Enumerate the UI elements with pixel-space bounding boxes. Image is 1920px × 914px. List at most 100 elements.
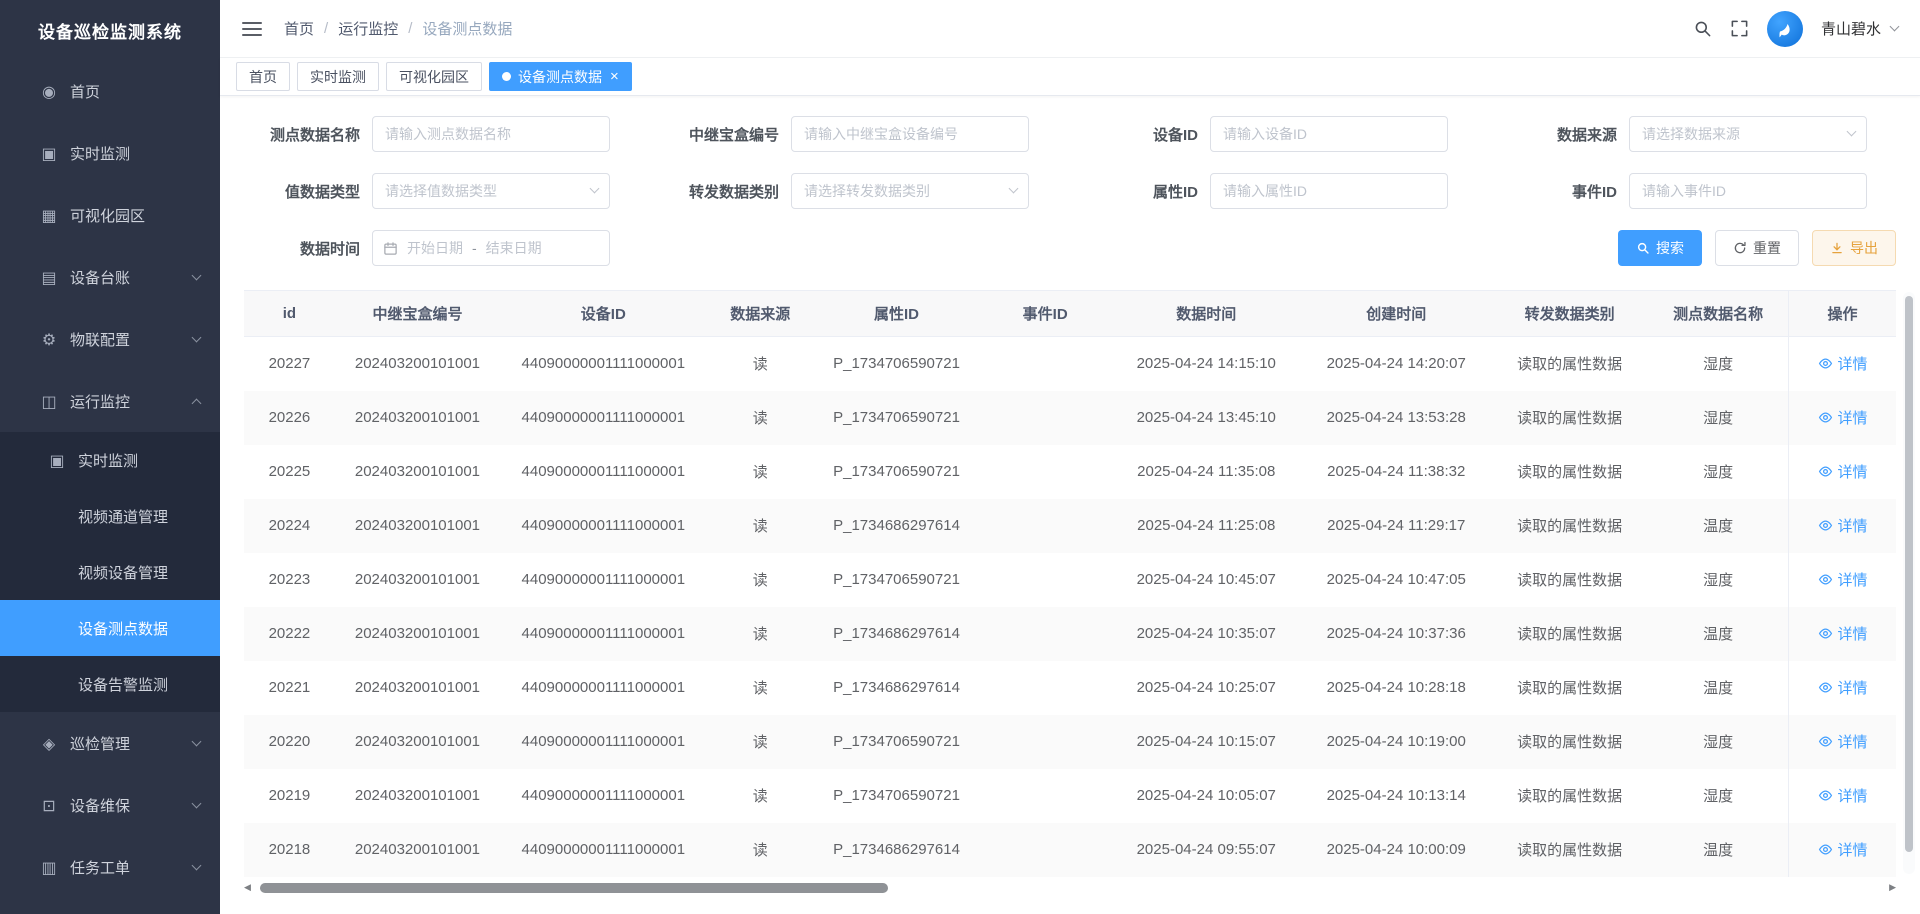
cell-forward-type: 读取的属性数据 <box>1491 445 1648 499</box>
cell-point-name: 湿度 <box>1648 337 1788 391</box>
eye-icon <box>1818 410 1833 425</box>
value-type-select[interactable] <box>372 173 610 209</box>
detail-link[interactable]: 详情 <box>1818 839 1868 860</box>
chevron-down-icon[interactable] <box>1890 22 1900 32</box>
sidebar-item-device-point-data[interactable]: 设备测点数据 <box>0 600 220 656</box>
detail-link[interactable]: 详情 <box>1818 461 1868 482</box>
sidebar-item-run-monitor[interactable]: ◫ 运行监控 <box>0 370 220 432</box>
sidebar-item-inspection-mgmt[interactable]: ◈ 巡检管理 <box>0 712 220 774</box>
data-time-range-picker[interactable]: 开始日期 - 结束日期 <box>372 230 610 266</box>
filter-field-device-id: 设备ID <box>1082 116 1477 152</box>
tab-home[interactable]: 首页 <box>236 62 290 91</box>
detail-link[interactable]: 详情 <box>1818 515 1868 536</box>
detail-link[interactable]: 详情 <box>1818 623 1868 644</box>
filter-label: 转发数据类别 <box>663 181 791 202</box>
fullscreen-icon[interactable] <box>1730 19 1749 38</box>
tab-label: 设备测点数据 <box>518 67 602 87</box>
sidebar-item-realtime-monitoring[interactable]: ▣ 实时监测 <box>0 122 220 184</box>
cell-source: 读 <box>707 715 814 769</box>
box-no-input[interactable] <box>791 116 1029 152</box>
tab-realtime-monitoring[interactable]: 实时监测 <box>297 62 379 91</box>
detail-link[interactable]: 详情 <box>1818 407 1868 428</box>
cell-forward-type: 读取的属性数据 <box>1491 553 1648 607</box>
breadcrumb-item-home[interactable]: 首页 <box>284 18 314 39</box>
cell-device-id: 44090000001111000001 <box>500 337 707 391</box>
tab-visual-park[interactable]: 可视化园区 <box>386 62 482 91</box>
vertical-scrollbar[interactable] <box>1903 292 1915 874</box>
cell-attr-id: P_1734706590721 <box>814 445 979 499</box>
cell-device-id: 44090000001111000001 <box>500 445 707 499</box>
sidebar-item-realtime-monitor-sub[interactable]: ▣ 实时监测 <box>0 432 220 488</box>
hamburger-icon[interactable] <box>242 18 262 40</box>
cell-attr-id: P_1734686297614 <box>814 499 979 553</box>
sidebar-item-device-maintenance[interactable]: ⊡ 设备维保 <box>0 774 220 836</box>
filter-field-data-time: 数据时间 开始日期 - 结束日期 <box>244 230 639 266</box>
sidebar-menu: ◉ 首页 ▣ 实时监测 ▦ 可视化园区 ▤ 设备台账 ⚙ 物联配置 <box>0 60 220 898</box>
cell-box-no: 202403200101001 <box>335 607 500 661</box>
search-icon[interactable] <box>1693 19 1712 38</box>
filter-field-point-name: 测点数据名称 <box>244 116 639 152</box>
sidebar-item-iot-config[interactable]: ⚙ 物联配置 <box>0 308 220 370</box>
scroll-right-icon[interactable]: ▶ <box>1889 883 1896 893</box>
column-header: 操作 <box>1789 291 1896 337</box>
detail-link[interactable]: 详情 <box>1818 569 1868 590</box>
cell-box-no: 202403200101001 <box>335 661 500 715</box>
detail-link[interactable]: 详情 <box>1818 677 1868 698</box>
forward-type-select[interactable] <box>791 173 1029 209</box>
export-button[interactable]: 导出 <box>1812 230 1896 266</box>
cell-actions: 详情 <box>1789 715 1896 769</box>
scroll-left-icon[interactable]: ◀ <box>244 883 251 893</box>
sidebar-item-task-workorder[interactable]: ▥ 任务工单 <box>0 836 220 898</box>
topbar: 首页 / 运行监控 / 设备测点数据 青山碧水 <box>220 0 1920 58</box>
sidebar-item-device-ledger[interactable]: ▤ 设备台账 <box>0 246 220 308</box>
table-row: 20227 202403200101001 440900000011110000… <box>244 337 1896 391</box>
sidebar-item-video-channel[interactable]: 视频通道管理 <box>0 488 220 544</box>
cell-attr-id: P_1734706590721 <box>814 769 979 823</box>
attr-id-input[interactable] <box>1210 173 1448 209</box>
sidebar-item-label: 可视化园区 <box>70 205 145 226</box>
sidebar-item-label: 设备测点数据 <box>78 618 168 639</box>
detail-link[interactable]: 详情 <box>1818 731 1868 752</box>
detail-link[interactable]: 详情 <box>1818 353 1868 374</box>
sidebar-item-video-device[interactable]: 视频设备管理 <box>0 544 220 600</box>
cell-id: 20219 <box>244 769 335 823</box>
eye-icon <box>1818 464 1833 479</box>
column-header: 设备ID <box>500 291 707 337</box>
horizontal-scrollbar-thumb[interactable] <box>260 883 888 893</box>
username[interactable]: 青山碧水 <box>1821 18 1881 39</box>
table-row: 20226 202403200101001 440900000011110000… <box>244 391 1896 445</box>
event-id-input[interactable] <box>1629 173 1867 209</box>
detail-link[interactable]: 详情 <box>1818 785 1868 806</box>
cell-id: 20224 <box>244 499 335 553</box>
filter-field-forward-type: 转发数据类别 <box>663 173 1058 209</box>
vertical-scrollbar-thumb[interactable] <box>1905 296 1913 852</box>
avatar[interactable] <box>1767 11 1803 47</box>
search-button[interactable]: 搜索 <box>1618 230 1702 266</box>
table-row: 20219 202403200101001 440900000011110000… <box>244 769 1896 823</box>
device-id-input[interactable] <box>1210 116 1448 152</box>
cell-device-id: 44090000001111000001 <box>500 661 707 715</box>
horizontal-scrollbar[interactable]: ◀ ▶ <box>244 881 1896 896</box>
eye-icon <box>1818 842 1833 857</box>
close-icon[interactable]: × <box>610 69 619 84</box>
sidebar-item-device-alarm[interactable]: 设备告警监测 <box>0 656 220 712</box>
submenu-run-monitor: ▣ 实时监测 视频通道管理 视频设备管理 设备测点数据 设备告警监测 <box>0 432 220 712</box>
cell-source: 读 <box>707 391 814 445</box>
sidebar-item-label: 设备告警监测 <box>78 674 168 695</box>
cell-id: 20220 <box>244 715 335 769</box>
tab-device-point-data[interactable]: 设备测点数据 × <box>489 62 632 91</box>
sidebar-item-visual-park[interactable]: ▦ 可视化园区 <box>0 184 220 246</box>
point-name-input[interactable] <box>372 116 610 152</box>
reset-button[interactable]: 重置 <box>1715 230 1799 266</box>
cell-source: 读 <box>707 499 814 553</box>
cell-event-id <box>979 823 1111 877</box>
sidebar-item-home[interactable]: ◉ 首页 <box>0 60 220 122</box>
detail-link-label: 详情 <box>1838 623 1868 644</box>
source-select[interactable] <box>1629 116 1867 152</box>
breadcrumb-item-run-monitor[interactable]: 运行监控 <box>338 18 398 39</box>
sidebar-item-label: 实时监测 <box>78 450 138 471</box>
export-button-label: 导出 <box>1850 238 1878 258</box>
breadcrumb: 首页 / 运行监控 / 设备测点数据 <box>284 18 512 39</box>
cell-forward-type: 读取的属性数据 <box>1491 337 1648 391</box>
table-row: 20220 202403200101001 440900000011110000… <box>244 715 1896 769</box>
